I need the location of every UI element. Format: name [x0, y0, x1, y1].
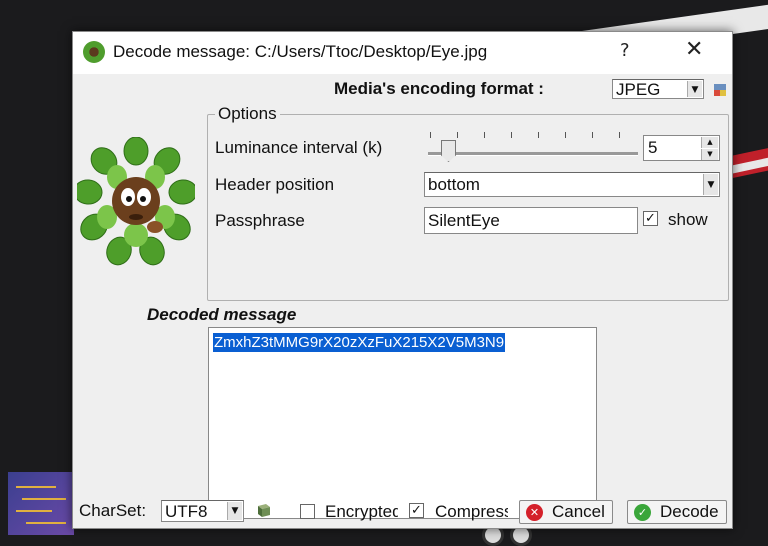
title-bar: Decode message: C:/Users/Ttoc/Desktop/Ey… — [73, 32, 732, 74]
compressed-checkbox[interactable]: ✓ — [409, 503, 424, 518]
passphrase-label: Passphrase — [215, 211, 305, 230]
decode-dialog: Decode message: C:/Users/Ttoc/Desktop/Ey… — [72, 31, 733, 529]
slider-tick — [619, 132, 620, 138]
slider-tick — [565, 132, 566, 138]
mascot-icon — [73, 136, 198, 267]
slider-tick — [430, 132, 431, 138]
encoding-format-select[interactable]: JPEG ▼ — [612, 79, 704, 99]
luminance-spinbox[interactable]: 5 ▲ ▼ — [643, 135, 720, 161]
decoded-message-text: ZmxhZ3tMMG9rX20zXzFuX215X2V5M3N9 — [213, 333, 506, 352]
decode-button[interactable]: ✓ Decode — [627, 500, 727, 524]
encrypted-label: Encrypted — [325, 502, 398, 521]
charset-select[interactable]: UTF8 ▼ — [161, 500, 244, 522]
encoding-format-label: Media's encoding format : — [334, 79, 544, 98]
header-position-label: Header position — [215, 175, 335, 194]
close-button[interactable]: ✕ — [685, 37, 703, 62]
desktop-app-icon[interactable] — [8, 472, 74, 535]
encrypted-checkbox[interactable] — [300, 504, 315, 519]
compressed-label-clip: Compressed — [435, 502, 508, 524]
luminance-slider[interactable] — [428, 152, 638, 156]
slider-tick — [457, 132, 458, 138]
decoded-message-textarea[interactable]: ZmxhZ3tMMG9rX20zXzFuX215X2V5M3N9 — [208, 327, 597, 519]
cancel-icon: ✕ — [526, 504, 543, 521]
encrypted-label-clip: Encrypted — [325, 502, 398, 524]
luminance-label: Luminance interval (k) — [215, 138, 383, 157]
charset-value: UTF8 — [165, 502, 208, 521]
chevron-down-icon: ▼ — [703, 174, 718, 195]
help-button[interactable]: ? — [620, 40, 630, 61]
options-group-title: Options — [215, 104, 280, 124]
spin-up-icon[interactable]: ▲ — [701, 137, 718, 148]
spin-down-icon[interactable]: ▼ — [701, 149, 718, 160]
slider-tick — [592, 132, 593, 138]
decoded-message-label: Decoded message — [147, 305, 297, 324]
settings-small-icon[interactable] — [713, 82, 727, 96]
decode-button-label: Decode — [660, 502, 719, 521]
slider-tick — [511, 132, 512, 138]
encoding-format-value: JPEG — [616, 80, 661, 99]
check-icon: ✓ — [634, 504, 651, 521]
show-passphrase-label: show — [668, 210, 708, 229]
book-icon[interactable] — [256, 503, 272, 518]
header-position-value: bottom — [428, 175, 480, 194]
compressed-label: Compressed — [435, 502, 508, 521]
chevron-down-icon: ▼ — [687, 81, 702, 97]
slider-tick — [538, 132, 539, 138]
header-position-select[interactable]: bottom ▼ — [424, 172, 720, 197]
window-title: Decode message: C:/Users/Ttoc/Desktop/Ey… — [113, 42, 488, 61]
luminance-value: 5 — [648, 138, 658, 157]
passphrase-input[interactable]: SilentEye — [424, 207, 638, 234]
passphrase-value: SilentEye — [428, 211, 500, 230]
chevron-down-icon: ▼ — [227, 502, 242, 520]
slider-tick — [484, 132, 485, 138]
cancel-button-label: Cancel — [552, 502, 605, 521]
silenteye-icon — [83, 41, 105, 63]
cancel-button[interactable]: ✕ Cancel — [519, 500, 613, 524]
show-passphrase-checkbox[interactable]: ✓ — [643, 211, 658, 226]
charset-label: CharSet: — [79, 501, 147, 520]
